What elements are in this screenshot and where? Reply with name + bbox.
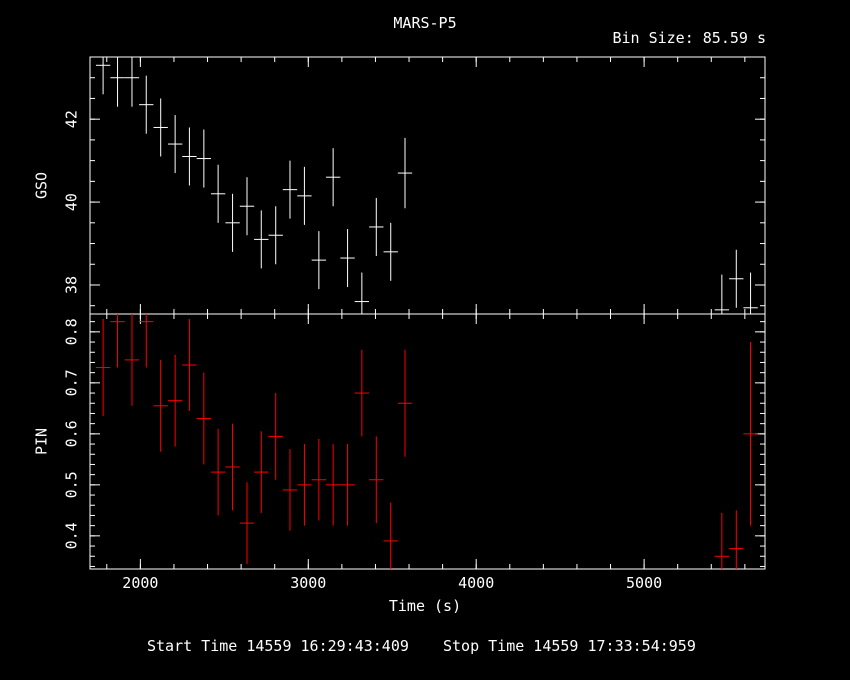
data-point bbox=[225, 423, 240, 511]
y-tick-label: 0.4 bbox=[63, 522, 81, 549]
y-tick-label: 0.6 bbox=[63, 420, 81, 447]
light-curve-plot: 38 40 42 GSO 0.4 0.5 0.6 0.7 0.8 2000 3000 4000 500… bbox=[33, 56, 766, 592]
y-tick-label: 0.7 bbox=[63, 369, 81, 396]
data-point bbox=[714, 274, 730, 314]
data-point bbox=[182, 127, 197, 186]
data-point bbox=[743, 272, 758, 314]
data-point bbox=[153, 98, 168, 157]
x-tick-label: 4000 bbox=[458, 574, 494, 592]
data-point bbox=[340, 229, 355, 288]
data-point bbox=[282, 449, 298, 531]
data-point bbox=[714, 512, 730, 569]
data-point bbox=[110, 314, 125, 368]
data-point bbox=[729, 510, 744, 569]
data-point bbox=[254, 210, 269, 269]
data-point bbox=[167, 115, 183, 174]
data-point bbox=[383, 222, 398, 281]
start-time-label: Start Time 14559 16:29:43:409 bbox=[147, 637, 409, 655]
data-point bbox=[210, 428, 226, 516]
data-point bbox=[95, 319, 111, 416]
data-series bbox=[95, 57, 758, 314]
y-tick-label: 42 bbox=[63, 110, 81, 128]
stop-time-label: Stop Time 14559 17:33:54:959 bbox=[443, 637, 696, 655]
y-tick-label: 0.5 bbox=[63, 471, 81, 498]
pin-panel: 0.4 0.5 0.6 0.7 0.8 2000 3000 4000 5000 PIN bbox=[33, 313, 766, 592]
data-point bbox=[139, 75, 154, 134]
x-tick-label: 3000 bbox=[290, 574, 326, 592]
data-point bbox=[297, 444, 312, 526]
data-point bbox=[354, 272, 370, 314]
data-point bbox=[139, 314, 154, 368]
data-point bbox=[311, 438, 327, 521]
y-axis-label: PIN bbox=[33, 428, 51, 455]
data-point bbox=[297, 166, 312, 225]
gso-panel: 38 40 42 GSO bbox=[33, 56, 766, 315]
data-point bbox=[196, 372, 212, 465]
y-tick-label: 38 bbox=[63, 276, 81, 294]
data-point bbox=[210, 164, 226, 223]
data-point bbox=[239, 482, 255, 564]
y-tick-label: 40 bbox=[63, 193, 81, 211]
data-series bbox=[95, 314, 758, 569]
data-point bbox=[743, 342, 758, 526]
data-point bbox=[729, 249, 744, 308]
data-point bbox=[268, 393, 283, 480]
data-point bbox=[167, 354, 183, 447]
data-point bbox=[369, 197, 384, 256]
data-point bbox=[340, 444, 355, 526]
data-point bbox=[325, 444, 341, 526]
y-tick-label: 0.8 bbox=[63, 318, 81, 345]
data-point bbox=[383, 502, 398, 569]
data-point bbox=[254, 431, 269, 513]
data-point bbox=[153, 359, 168, 452]
data-point bbox=[124, 314, 140, 406]
data-point bbox=[225, 193, 240, 252]
data-point bbox=[95, 57, 111, 95]
data-point bbox=[311, 231, 327, 290]
x-tick-label: 5000 bbox=[626, 574, 662, 592]
data-point bbox=[397, 349, 413, 457]
plot-frame bbox=[89, 56, 766, 315]
data-point bbox=[282, 160, 298, 219]
data-point bbox=[397, 137, 413, 209]
data-point bbox=[239, 177, 255, 236]
data-point bbox=[268, 206, 283, 265]
data-point bbox=[325, 148, 341, 207]
data-point bbox=[369, 436, 384, 524]
plot-frame bbox=[89, 313, 766, 570]
bin-size-label: Bin Size: 85.59 s bbox=[612, 29, 766, 47]
data-point bbox=[196, 129, 212, 188]
data-point bbox=[354, 349, 370, 437]
x-axis-label: Time (s) bbox=[388, 597, 462, 615]
data-point bbox=[182, 319, 197, 411]
y-axis-label: GSO bbox=[33, 172, 51, 199]
x-tick-label: 2000 bbox=[122, 574, 158, 592]
